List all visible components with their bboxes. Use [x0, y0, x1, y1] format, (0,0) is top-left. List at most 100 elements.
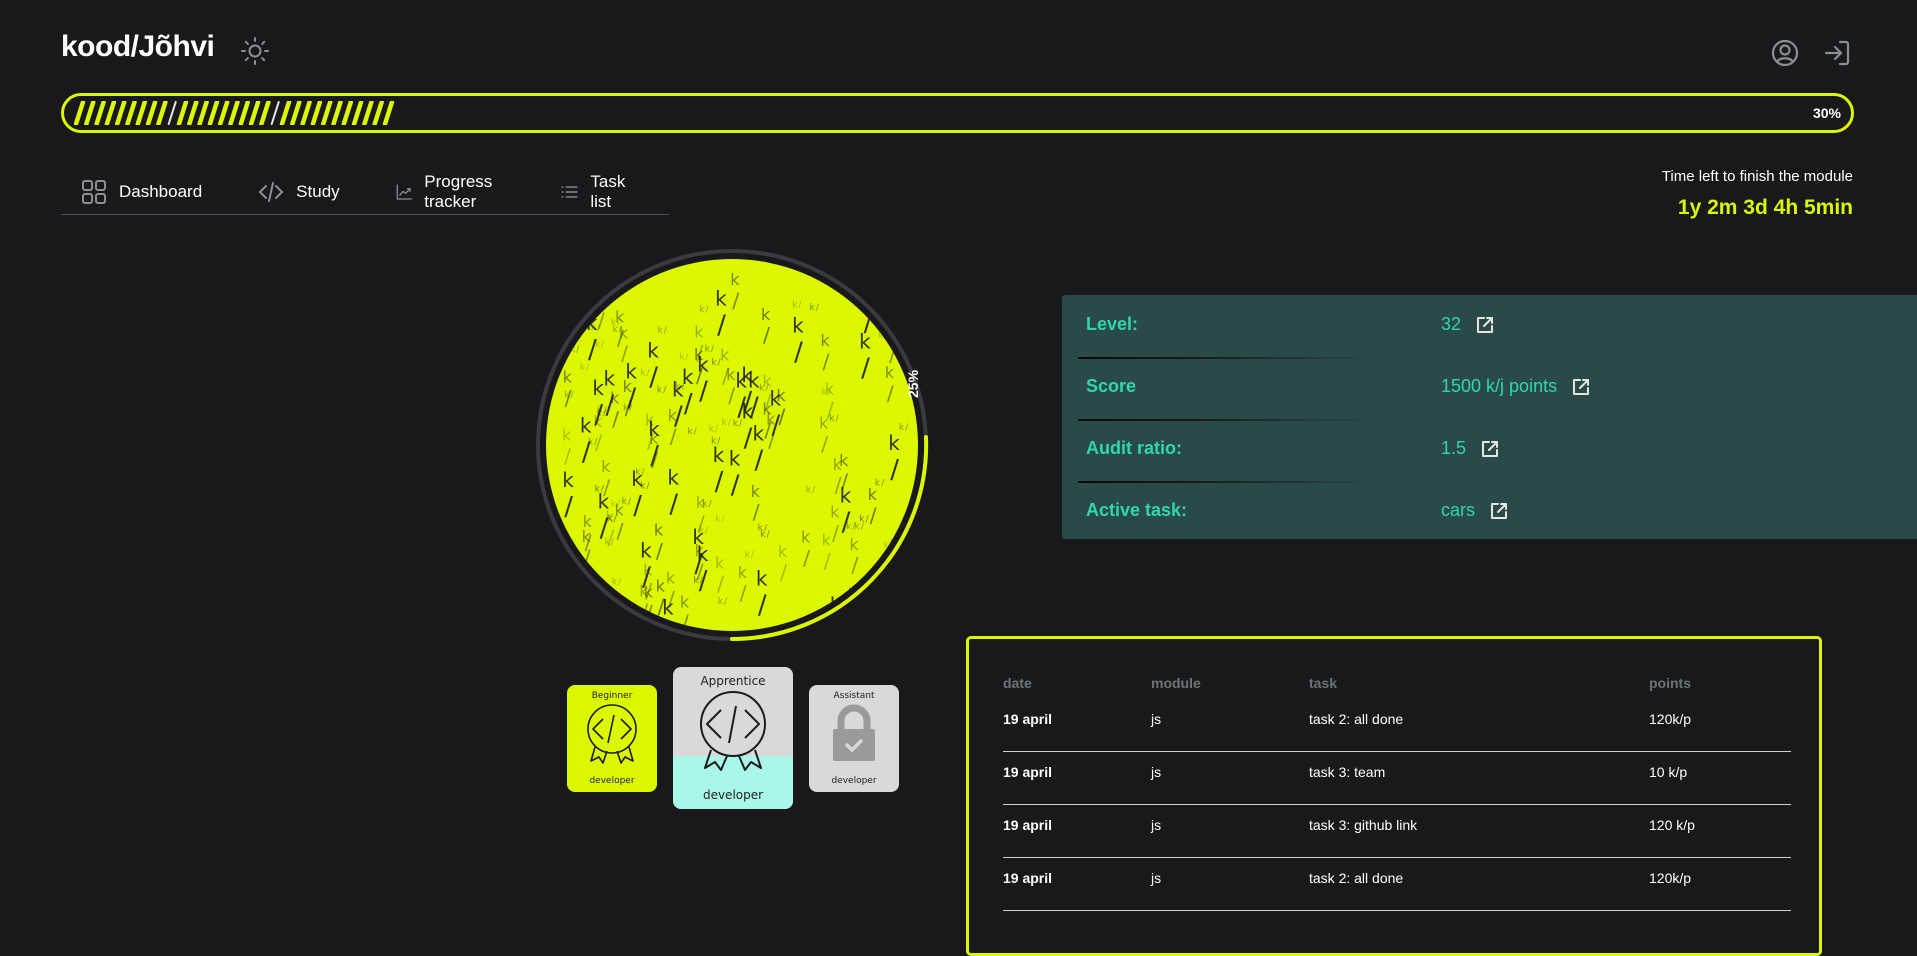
external-link-icon[interactable]: [1480, 439, 1500, 459]
k-glyph: k: [639, 581, 649, 600]
table-row[interactable]: 19 april js task 2: all done 120k/p: [1003, 699, 1791, 752]
k-glyph: k: [859, 515, 865, 525]
k-glyph: k: [648, 417, 660, 441]
slash-glyph: /: [633, 491, 642, 521]
k-glyph: k: [839, 451, 849, 470]
nav-item-progress-tracker[interactable]: Progress tracker: [376, 172, 504, 212]
cell-task: task 3: github link: [1309, 817, 1418, 833]
column-header-date: date: [1003, 675, 1032, 691]
list-icon: [561, 186, 578, 198]
badge-apprentice[interactable]: Apprentice developer: [673, 667, 793, 809]
slash-glyph: /: [832, 521, 839, 545]
nav-item-dashboard[interactable]: Dashboard: [61, 179, 202, 205]
k-glyph: k: [720, 345, 730, 364]
nav-item-study[interactable]: Study: [238, 179, 340, 205]
slash-glyph: /: [823, 349, 830, 373]
nav-label: Study: [296, 182, 340, 201]
progress-stripe: [176, 101, 189, 125]
app-logo[interactable]: kood/Jõhvi: [61, 30, 215, 64]
stat-value: cars: [1441, 500, 1509, 521]
progress-stripe: [145, 101, 158, 125]
slash-glyph: /: [564, 492, 573, 522]
level-progress-circle: k/k/k/k / k/k/k/k/k/k/k/k/k/k/k/k/k/k/k/k/…: [536, 249, 929, 642]
slash-glyph: /: [699, 566, 708, 596]
slash-glyph: /: [565, 386, 572, 410]
progress-stripe: [351, 101, 364, 125]
k-glyph: k: [829, 414, 835, 424]
slash-glyph: /: [715, 467, 724, 497]
logout-icon[interactable]: [1822, 38, 1852, 68]
sun-icon[interactable]: [240, 36, 270, 66]
external-link-icon[interactable]: [1489, 501, 1509, 521]
cell-date: 19 april: [1003, 764, 1053, 780]
task-history-table: date module task points 19 april js task…: [966, 636, 1822, 956]
slash-glyph: /: [564, 444, 571, 468]
nav-item-task-list[interactable]: Task list: [540, 172, 633, 212]
table-row[interactable]: 19 april js task 2: all done 120k/p: [1003, 858, 1791, 911]
stat-value-text[interactable]: cars: [1441, 500, 1475, 521]
badge-assistant[interactable]: Assistant developer: [809, 685, 899, 792]
k-glyph: k: [565, 262, 577, 286]
k-glyph: k: [607, 264, 617, 283]
k-glyph: k: [562, 426, 572, 445]
k-glyph: k: [730, 270, 740, 289]
user-circle-icon[interactable]: [1770, 38, 1800, 68]
stat-value: 1.5: [1441, 438, 1500, 459]
k-glyph: k: [893, 296, 899, 306]
cell-module: js: [1151, 764, 1162, 780]
stat-level: Level: 32: [1062, 295, 1917, 357]
code-medal-icon: [587, 704, 637, 764]
slash-glyph: /: [861, 354, 870, 384]
column-header-points: points: [1649, 675, 1691, 691]
external-link-icon[interactable]: [1571, 377, 1591, 397]
slash-glyph: /: [870, 503, 877, 527]
progress-stripe: [248, 101, 261, 125]
progress-stripe: [228, 101, 240, 125]
k-glyph: k: [668, 406, 678, 425]
stat-label: Audit ratio:: [1086, 438, 1182, 458]
badge-title: Apprentice: [700, 674, 766, 688]
k-glyph: k: [759, 384, 765, 394]
k-glyph: k: [849, 535, 859, 554]
cell-date: 19 april: [1003, 870, 1053, 886]
k-glyph: k: [885, 363, 895, 382]
slash-glyph: /: [763, 323, 770, 347]
slash-glyph: /: [669, 489, 678, 519]
slash-glyph: /: [778, 404, 785, 428]
badge-beginner[interactable]: Beginner developer: [567, 685, 657, 792]
k-glyph: k: [715, 287, 727, 311]
slash-glyph: /: [737, 392, 746, 422]
column-header-module: module: [1151, 675, 1201, 691]
chart-icon: [396, 184, 412, 200]
k-glyph: k: [647, 338, 659, 362]
k-glyph: k: [567, 304, 577, 323]
table-row[interactable]: 19 april js task 3: team 10 k/p: [1003, 752, 1791, 805]
k-glyph: k: [679, 352, 685, 362]
k-glyph: k: [776, 386, 786, 405]
k-glyph: k: [580, 413, 592, 437]
table-row[interactable]: 19 april js task 3: github link 120 k/p: [1003, 805, 1791, 858]
slash-glyph: /: [617, 519, 624, 543]
external-link-icon[interactable]: [1475, 315, 1495, 335]
progress-stripe: [362, 101, 374, 125]
slash-glyph: /: [567, 286, 576, 316]
slash-glyph: /: [744, 423, 753, 453]
progress-stripe: [135, 101, 148, 125]
cell-points: 120k/p: [1649, 870, 1692, 886]
progress-stripe: [156, 101, 168, 125]
k-glyph: k: [778, 542, 788, 561]
slash-glyph: /: [717, 572, 724, 596]
progress-stripe: [167, 101, 177, 125]
stat-active-task: Active task: cars: [1062, 481, 1917, 543]
stats-panel: Level: 32 Score 1500 k/j points Audit ra…: [1062, 295, 1917, 539]
k-glyph: k: [593, 412, 603, 431]
k-glyph: k: [761, 305, 771, 324]
k-glyph: k: [666, 569, 676, 588]
k-glyph: k: [694, 323, 704, 342]
main-nav: Dashboard Study Progress tracker Task li…: [61, 170, 669, 215]
badge-subtitle: developer: [831, 776, 877, 786]
k-glyph: k: [819, 413, 829, 432]
slash-glyph: /: [850, 603, 857, 627]
progress-stripe: [84, 101, 96, 125]
stat-label: Score: [1086, 376, 1137, 396]
